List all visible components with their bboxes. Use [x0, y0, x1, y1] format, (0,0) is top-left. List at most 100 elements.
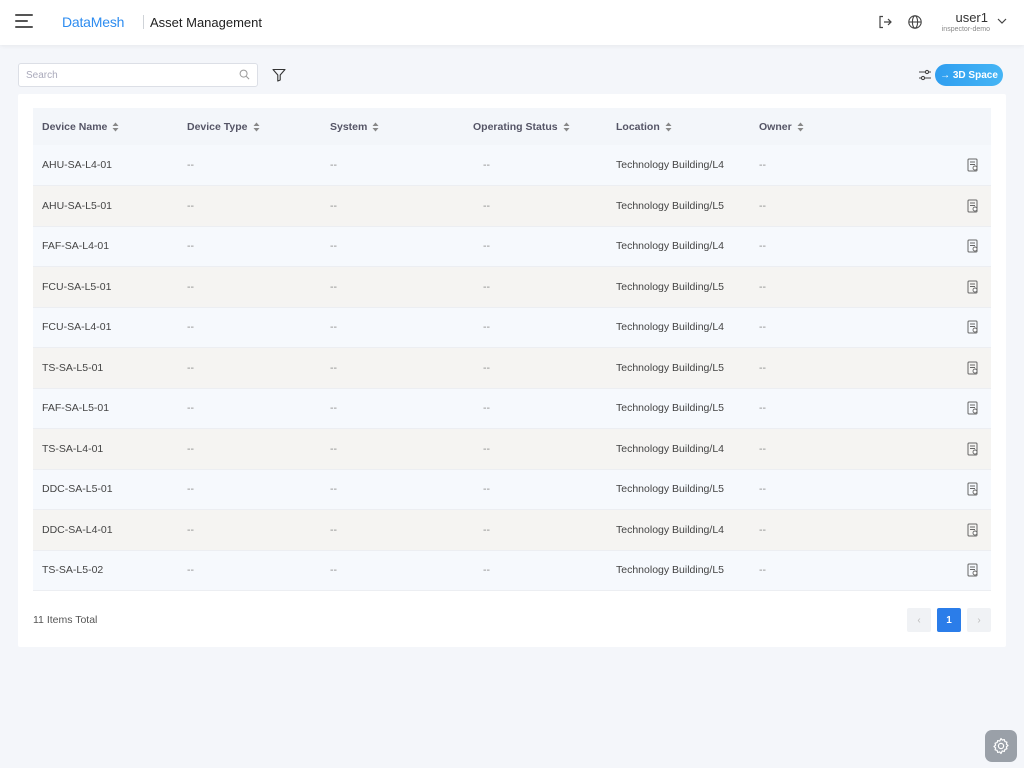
column-header-device-type[interactable]: Device Type	[178, 108, 321, 145]
pagination-prev-button[interactable]: ‹	[907, 608, 931, 632]
document-detail-icon[interactable]	[967, 523, 979, 537]
cell-location: Technology Building/L4	[616, 442, 724, 455]
cell-actions	[893, 307, 991, 348]
cell-device-type: --	[187, 159, 194, 171]
table-row[interactable]: TS-SA-L4-01 -- -- -- Technology Building/L4 -…	[33, 428, 991, 470]
column-header-owner[interactable]: Owner	[750, 108, 893, 145]
search-box	[18, 63, 258, 87]
cell-owner: --	[759, 402, 766, 415]
table-row[interactable]: DDC-SA-L4-01 -- -- -- Technology Building/L4…	[33, 509, 991, 551]
sort-icon[interactable]	[372, 122, 379, 132]
column-header-system[interactable]: System	[321, 108, 464, 145]
column-header-device-name[interactable]: Device Name	[33, 108, 178, 145]
cell-owner: --	[759, 442, 766, 455]
table-row[interactable]: TS-SA-L5-02 -- -- -- Technology Building/L5 -…	[33, 550, 991, 591]
search-icon[interactable]	[239, 69, 250, 80]
cell-device-name: AHU-SA-L4-01	[42, 159, 113, 171]
cell-operating-status: --	[483, 240, 490, 253]
cell-system: --	[330, 442, 337, 455]
table-row[interactable]: TS-SA-L5-01 -- -- -- Technology Building/L5 -…	[33, 347, 991, 389]
cell-device-name: FCU-SA-L4-01	[42, 321, 112, 334]
cell-actions	[893, 388, 991, 429]
table-row[interactable]: FAF-SA-L5-01 -- -- -- Technology Building/L5…	[33, 388, 991, 429]
cell-location: Technology Building/L5	[616, 402, 724, 415]
document-detail-icon[interactable]	[967, 239, 979, 253]
sort-icon[interactable]	[253, 122, 260, 132]
cell-device-name: FAF-SA-L5-01	[42, 402, 110, 415]
document-detail-icon[interactable]	[967, 361, 979, 375]
cell-device-type: --	[187, 199, 194, 212]
chevron-down-icon[interactable]	[996, 15, 1008, 27]
user-menu[interactable]: user1 inspector-demo	[934, 9, 994, 37]
cell-owner: --	[759, 321, 766, 334]
document-detail-icon[interactable]	[967, 563, 979, 577]
header-divider	[143, 15, 144, 29]
document-detail-icon[interactable]	[967, 442, 979, 456]
sliders-icon[interactable]	[918, 68, 932, 82]
table-row[interactable]: AHU-SA-L4-01 -- -- -- Technology Building/L4…	[33, 145, 991, 186]
filter-funnel-icon[interactable]	[272, 68, 286, 82]
cell-operating-status: --	[483, 159, 490, 171]
cell-device-type: --	[187, 361, 194, 374]
document-detail-icon[interactable]	[967, 199, 979, 213]
search-input[interactable]	[19, 64, 229, 86]
cell-system: --	[330, 483, 337, 496]
cell-location: Technology Building/L5	[616, 483, 724, 496]
cell-device-type: --	[187, 564, 194, 577]
settings-fab[interactable]	[985, 730, 1017, 762]
column-header-operating-status[interactable]: Operating Status	[464, 108, 607, 145]
cell-actions	[893, 510, 991, 551]
document-detail-icon[interactable]	[967, 280, 979, 294]
cell-actions	[893, 469, 991, 510]
3d-space-button[interactable]: → 3D Space	[935, 64, 1003, 86]
cell-actions	[893, 226, 991, 267]
pagination-page-1[interactable]: 1	[937, 608, 961, 632]
sort-icon[interactable]	[797, 122, 804, 132]
document-detail-icon[interactable]	[967, 320, 979, 334]
cell-system: --	[330, 564, 337, 577]
cell-owner: --	[759, 523, 766, 536]
cell-operating-status: --	[483, 523, 490, 536]
table-header-row: Device Name Device Type System Operating…	[33, 108, 991, 145]
cell-device-name: FAF-SA-L4-01	[42, 240, 110, 253]
cell-actions	[893, 429, 991, 470]
table-row[interactable]: DDC-SA-L5-01 -- -- -- Technology Building/L5…	[33, 469, 991, 510]
cell-location: Technology Building/L4	[616, 523, 724, 536]
logout-icon[interactable]	[877, 14, 893, 30]
cell-system: --	[330, 159, 337, 171]
cell-device-name: FCU-SA-L5-01	[42, 280, 112, 293]
table-row[interactable]: FCU-SA-L5-01 -- -- -- Technology Building/L5…	[33, 266, 991, 307]
cell-location: Technology Building/L5	[616, 280, 724, 293]
document-detail-icon[interactable]	[967, 401, 979, 415]
cell-location: Technology Building/L4	[616, 159, 724, 171]
cell-operating-status: --	[483, 280, 490, 293]
document-detail-icon[interactable]	[967, 158, 979, 172]
sort-icon[interactable]	[563, 122, 570, 132]
hamburger-menu-icon[interactable]	[15, 14, 35, 30]
globe-icon[interactable]	[907, 14, 923, 30]
cell-operating-status: --	[483, 564, 490, 577]
cell-actions	[893, 348, 991, 389]
document-detail-icon[interactable]	[967, 482, 979, 496]
column-header-location[interactable]: Location	[607, 108, 750, 145]
cell-system: --	[330, 402, 337, 415]
asset-table-card: Device Name Device Type System Operating…	[18, 94, 1006, 647]
app-logo[interactable]: DataMesh	[62, 14, 124, 30]
table-row[interactable]: AHU-SA-L5-01 -- -- -- Technology Building/L5…	[33, 185, 991, 227]
cell-device-type: --	[187, 442, 194, 455]
table-row[interactable]: FAF-SA-L4-01 -- -- -- Technology Building/L4…	[33, 226, 991, 267]
pagination-next-button[interactable]: ›	[967, 608, 991, 632]
sort-icon[interactable]	[665, 122, 672, 132]
cell-owner: --	[759, 199, 766, 212]
cell-actions	[893, 550, 991, 591]
cell-device-type: --	[187, 402, 194, 415]
items-total: 11 Items Total	[33, 614, 98, 626]
cell-system: --	[330, 199, 337, 212]
cell-operating-status: --	[483, 442, 490, 455]
cell-owner: --	[759, 280, 766, 293]
sort-icon[interactable]	[112, 122, 119, 132]
table-row[interactable]: FCU-SA-L4-01 -- -- -- Technology Building/L4…	[33, 307, 991, 348]
cell-actions	[893, 186, 991, 227]
cell-location: Technology Building/L5	[616, 199, 724, 212]
cell-owner: --	[759, 361, 766, 374]
